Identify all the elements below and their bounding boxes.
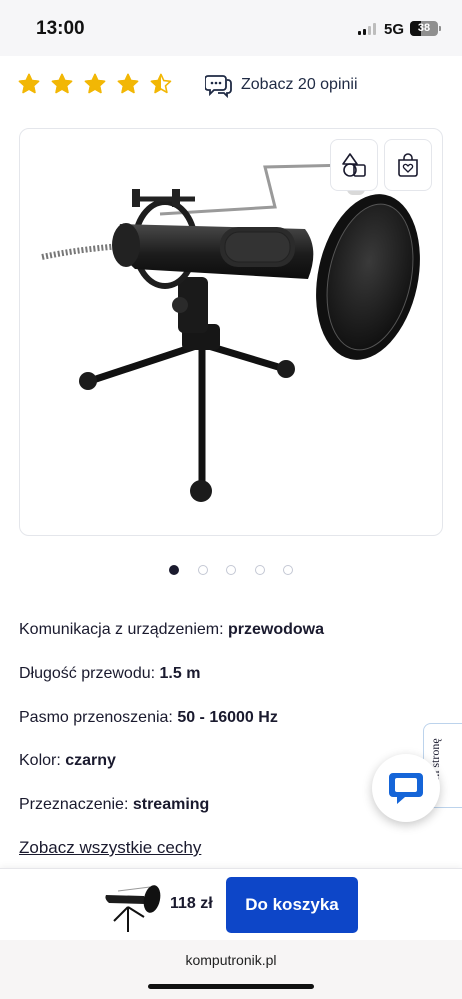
spec-label: Pasmo przenoszenia: bbox=[19, 709, 178, 726]
battery-icon: 38 bbox=[410, 21, 438, 36]
product-price: 118 zł bbox=[170, 895, 213, 912]
rating-row: Zobacz 20 opinii bbox=[18, 70, 438, 102]
all-features-link[interactable]: Zobacz wszystkie cechy bbox=[19, 838, 201, 858]
compare-button[interactable] bbox=[330, 139, 378, 191]
star-full-icon bbox=[18, 73, 40, 94]
reviews-chat-icon bbox=[205, 75, 232, 99]
spec-value: 50 - 16000 Hz bbox=[177, 709, 278, 726]
spec-row: Długość przewodu: 1.5 m bbox=[19, 665, 200, 683]
spec-label: Długość przewodu: bbox=[19, 665, 160, 682]
star-rating bbox=[18, 73, 183, 95]
cellular-signal-icon bbox=[358, 23, 378, 35]
star-full-icon bbox=[51, 73, 73, 94]
compare-shapes-icon bbox=[342, 153, 366, 177]
battery-percent: 38 bbox=[417, 22, 431, 34]
spec-row: Przeznaczenie: streaming bbox=[19, 796, 209, 814]
spec-value: streaming bbox=[132, 796, 210, 813]
add-to-cart-button[interactable]: Do koszyka bbox=[226, 877, 358, 933]
spec-label: Komunikacja z urządzeniem: bbox=[19, 621, 228, 638]
home-indicator bbox=[148, 984, 314, 989]
spec-row: Pasmo przenoszenia: 50 - 16000 Hz bbox=[19, 709, 278, 727]
spec-row: Kolor: czarny bbox=[19, 752, 116, 770]
live-chat-button[interactable] bbox=[372, 754, 440, 822]
star-full-icon bbox=[84, 73, 106, 94]
carousel-dots bbox=[0, 565, 462, 577]
network-type: 5G bbox=[384, 21, 405, 38]
star-half-icon bbox=[150, 73, 172, 94]
reviews-link[interactable]: Zobacz 20 opinii bbox=[205, 70, 358, 100]
carousel-dot[interactable] bbox=[254, 565, 265, 575]
product-image[interactable] bbox=[20, 129, 443, 536]
carousel-dot[interactable] bbox=[226, 565, 236, 575]
wishlist-button[interactable] bbox=[384, 139, 432, 191]
url-text: komputronik.pl bbox=[185, 952, 277, 968]
product-thumbnail bbox=[105, 885, 161, 932]
carousel-dot[interactable] bbox=[169, 565, 179, 575]
browser-url-bar[interactable]: komputronik.pl bbox=[0, 940, 462, 999]
status-time: 13:00 bbox=[36, 18, 85, 39]
spec-label: Przeznaczenie: bbox=[19, 796, 133, 813]
spec-value: przewodowa bbox=[227, 621, 324, 638]
star-full-icon bbox=[117, 73, 139, 94]
status-bar: 13:00 5G 38 bbox=[0, 0, 462, 56]
carousel-dot[interactable] bbox=[197, 565, 208, 575]
spec-row: Komunikacja z urządzeniem: przewodowa bbox=[19, 621, 324, 639]
add-to-cart-bar: 118 zł Do koszyka bbox=[0, 868, 462, 940]
spec-label: Kolor: bbox=[19, 752, 66, 769]
battery-tip bbox=[439, 26, 441, 31]
carousel-dot[interactable] bbox=[283, 565, 293, 575]
heart-bag-icon bbox=[398, 153, 418, 177]
product-image-card[interactable] bbox=[19, 128, 443, 536]
reviews-label: Zobacz 20 opinii bbox=[241, 76, 358, 93]
spec-value: czarny bbox=[65, 752, 116, 769]
chat-bubble-icon bbox=[389, 773, 423, 804]
spec-value: 1.5 m bbox=[159, 665, 201, 682]
